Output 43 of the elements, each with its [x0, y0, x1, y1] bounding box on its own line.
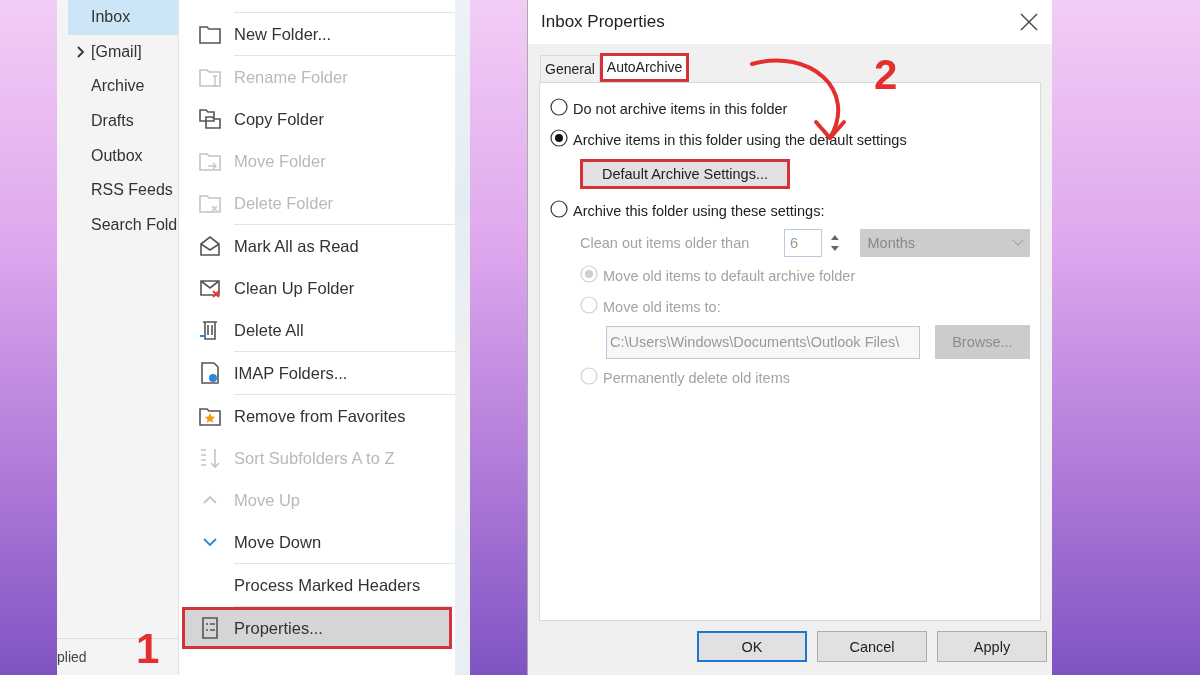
step-number: 2 — [874, 54, 898, 96]
radio-button[interactable] — [550, 98, 568, 116]
menu-item[interactable]: IMAP Folders... — [182, 352, 452, 394]
menu-item[interactable]: Move Down — [182, 521, 452, 563]
option-label: Archive this folder using these settings: — [573, 202, 825, 219]
envelope-icon — [198, 234, 222, 258]
folder-item[interactable]: Drafts — [57, 103, 178, 139]
option-label: Do not archive items in this folder — [573, 100, 788, 117]
menu-item[interactable]: Delete All — [182, 309, 452, 351]
folder-item[interactable]: Archive — [57, 69, 178, 104]
folder-item[interactable]: RSS Feeds — [57, 172, 178, 208]
menu-item[interactable]: Copy Folder — [182, 98, 452, 140]
sort-icon — [198, 446, 222, 470]
menu-item[interactable]: Properties... — [182, 607, 452, 649]
window-title: Inbox Properties — [541, 12, 665, 32]
menu-item[interactable]: New Folder... — [182, 13, 452, 55]
folder-item[interactable]: Search Fold — [57, 207, 178, 243]
menu-item[interactable]: Clean Up Folder — [182, 267, 452, 309]
caret-icon — [1012, 239, 1024, 247]
chevron-right-icon[interactable] — [76, 45, 86, 58]
step-number: 1 — [136, 628, 160, 670]
dialog-button[interactable]: Apply — [937, 631, 1047, 662]
default-archive-settings-button[interactable]: Default Archive Settings... — [580, 159, 790, 189]
option-label: Move old items to: — [603, 298, 721, 315]
close-icon[interactable] — [1020, 13, 1038, 31]
tab[interactable]: General — [540, 55, 600, 82]
dialog-button[interactable]: OK — [697, 631, 807, 662]
dialog-button[interactable]: Cancel — [817, 631, 927, 662]
option-label: Archive items in this folder using the default settings — [573, 131, 907, 148]
option-label: Move old items to default archive folder — [603, 267, 856, 284]
tab[interactable]: AutoArchive — [599, 53, 690, 82]
radio-button[interactable] — [550, 200, 568, 218]
clean-out-label: Clean out items older than — [580, 235, 751, 251]
folder-item[interactable]: [Gmail] — [57, 34, 178, 70]
radio-button[interactable] — [550, 129, 568, 147]
menu-item[interactable]: Mark All as Read — [182, 225, 452, 267]
folder-item[interactable]: Inbox — [68, 0, 178, 35]
document-icon — [198, 361, 222, 385]
option-label: Permanently delete old items — [603, 369, 790, 386]
menu-item[interactable]: Remove from Favorites — [182, 395, 452, 437]
copy-icon — [198, 107, 222, 131]
folder-item[interactable]: Outbox — [57, 138, 178, 173]
menu-item[interactable]: Process Marked Headers — [182, 564, 452, 606]
